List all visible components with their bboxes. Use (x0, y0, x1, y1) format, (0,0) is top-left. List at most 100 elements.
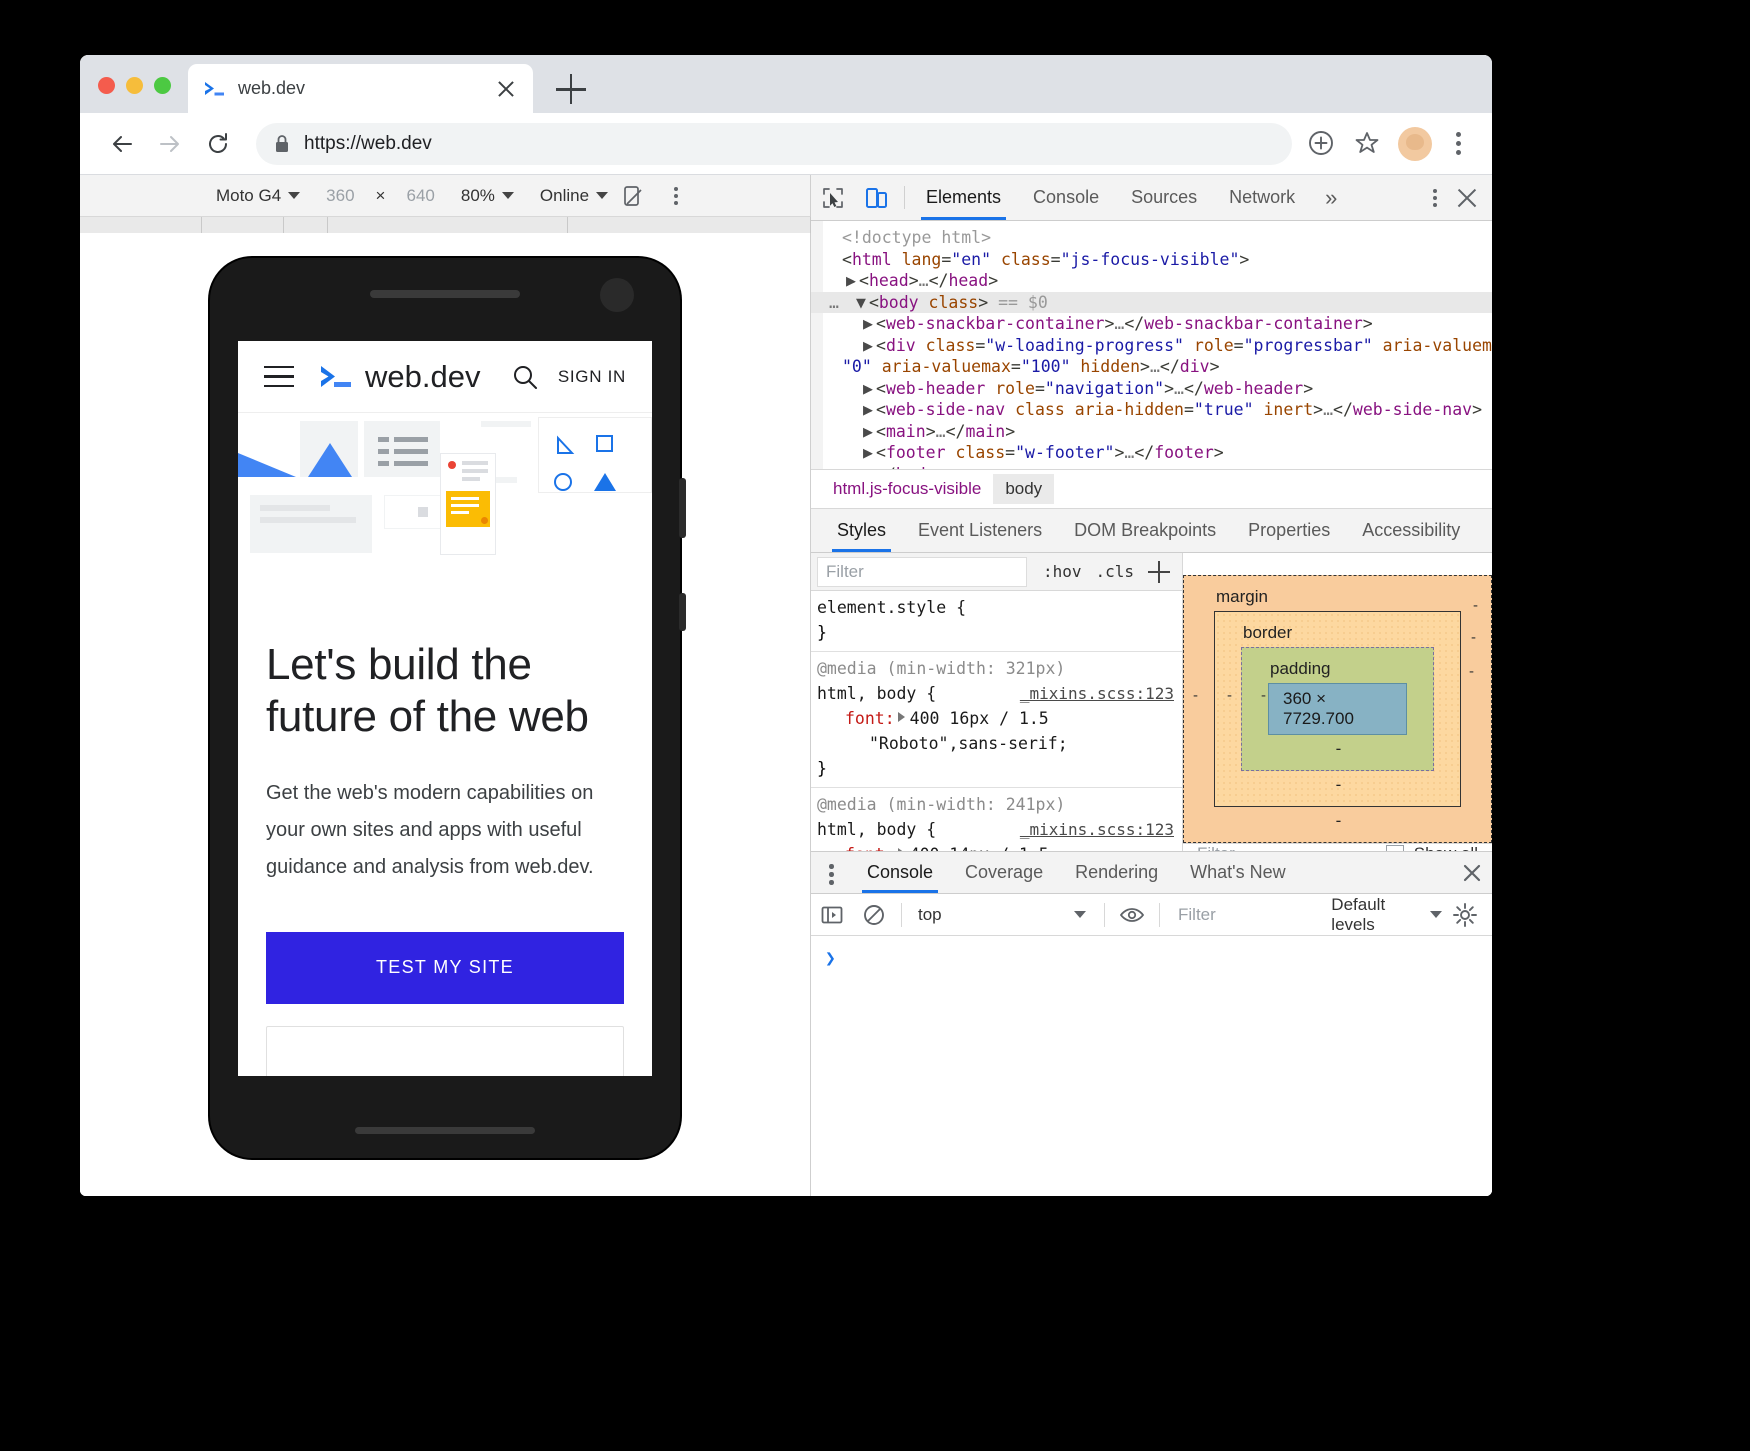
zoom-select[interactable]: 80% (448, 186, 527, 206)
viewport-width-input[interactable]: 360 (313, 186, 367, 206)
tab-elements[interactable]: Elements (910, 175, 1017, 220)
hov-toggle[interactable]: :hov (1043, 562, 1082, 581)
tab-network[interactable]: Network (1213, 175, 1311, 220)
dom-node-line[interactable]: ▶<div class="w-loading-progress" role="p… (811, 335, 1492, 357)
minimize-window-button[interactable] (126, 77, 143, 94)
console-filter-input[interactable]: Filter (1166, 905, 1321, 925)
dom-tree: <!doctype html><html lang="en" class="js… (811, 221, 1492, 469)
console-sidebar-icon[interactable] (811, 894, 853, 936)
hamburger-icon[interactable] (264, 366, 294, 388)
forward-arrow-icon[interactable] (146, 120, 194, 168)
clear-console-icon[interactable] (853, 894, 895, 936)
cls-toggle[interactable]: .cls (1095, 562, 1134, 581)
console-prompt-icon: ❯ (825, 948, 836, 969)
drawer-tab-console[interactable]: Console (851, 852, 949, 893)
more-tabs-icon[interactable]: » (1311, 175, 1351, 220)
box-model-border-bottom: - (1241, 775, 1434, 795)
css-rule[interactable]: @media (min-width: 241px)html, body {_mi… (811, 788, 1182, 851)
tab-label: Styles (837, 520, 886, 541)
new-tab-button[interactable] (556, 74, 586, 104)
device-select[interactable]: Moto G4 (203, 186, 313, 206)
tab-sources[interactable]: Sources (1115, 175, 1213, 220)
css-selector[interactable]: element.style { (817, 595, 1176, 620)
css-declaration[interactable]: font:400 16px / 1.5 (817, 706, 1176, 731)
dom-node-line[interactable]: ▶<web-side-nav class aria-hidden="true" … (811, 399, 1492, 421)
box-model-padding[interactable]: padding 360 × 7729.700 - (1241, 647, 1434, 771)
sign-in-link[interactable]: SIGN IN (558, 367, 626, 387)
tab-label: Accessibility (1362, 520, 1460, 541)
test-my-site-button[interactable]: TEST MY SITE (266, 932, 624, 1004)
box-model-border[interactable]: border padding 360 × 7729.700 - - (1214, 611, 1461, 807)
viewport-height-value: 640 (406, 186, 434, 206)
browser-tab[interactable]: web.dev (188, 64, 533, 113)
avatar[interactable] (1398, 127, 1432, 161)
styles-filter-input[interactable]: Filter (817, 557, 1027, 587)
css-declaration[interactable]: font:400 14px / 1.5 (817, 842, 1176, 851)
dom-node-line[interactable]: <!doctype html> (811, 227, 1492, 249)
css-rule[interactable]: element.style {} (811, 591, 1182, 652)
live-expression-icon[interactable] (1111, 894, 1153, 936)
install-app-icon[interactable] (1306, 128, 1338, 160)
search-icon[interactable] (510, 362, 540, 392)
css-selector[interactable]: html, body {_mixins.scss:123 (817, 817, 1176, 842)
close-icon[interactable] (493, 76, 519, 102)
dom-node-line[interactable]: ▶<web-header role="navigation">…</web-he… (811, 378, 1492, 400)
devtools-settings-icon[interactable] (1424, 185, 1446, 211)
inspect-element-icon[interactable] (811, 175, 855, 220)
drawer-tabbar: Console Coverage Rendering What's New (811, 852, 1492, 894)
dom-node-line[interactable]: ▶<head>…</head> (811, 270, 1492, 292)
tab-dom-breakpoints[interactable]: DOM Breakpoints (1058, 509, 1232, 552)
dom-node-line[interactable]: ▶<web-snackbar-container>…</web-snackbar… (811, 313, 1492, 335)
tab-event-listeners[interactable]: Event Listeners (902, 509, 1058, 552)
box-model-content[interactable]: 360 × 7729.700 (1268, 683, 1407, 735)
url-text: https://web.dev (304, 133, 432, 155)
drawer-tab-coverage[interactable]: Coverage (949, 852, 1059, 893)
tab-accessibility[interactable]: Accessibility (1346, 509, 1476, 552)
console-output[interactable]: ❯ (811, 936, 1492, 1196)
close-devtools-icon[interactable] (1450, 181, 1484, 215)
back-arrow-icon[interactable] (98, 120, 146, 168)
next-section-card (266, 1026, 624, 1076)
viewport-height-input[interactable]: 640 (393, 186, 447, 206)
close-drawer-icon[interactable] (1452, 852, 1492, 893)
breadcrumb-item-html[interactable]: html.js-focus-visible (821, 474, 993, 504)
dom-node-line[interactable]: ▶<footer class="w-footer">…</footer> (811, 442, 1492, 464)
maximize-window-button[interactable] (154, 77, 171, 94)
tab-properties[interactable]: Properties (1232, 509, 1346, 552)
gear-icon[interactable] (1452, 902, 1478, 928)
throttling-select[interactable]: Online (527, 186, 621, 206)
address-bar[interactable]: https://web.dev (256, 123, 1292, 165)
console-context-select[interactable]: top (908, 905, 1098, 925)
dom-node-line[interactable]: </body> (811, 464, 1492, 470)
css-selector[interactable]: html, body {_mixins.scss:123 (817, 681, 1176, 706)
console-levels-select[interactable]: Default levels (1321, 895, 1452, 935)
breadcrumb-item-body[interactable]: body (993, 474, 1054, 504)
drawer-more-tools-icon[interactable] (811, 852, 851, 893)
tab-title: web.dev (238, 78, 493, 99)
toggle-device-toolbar-icon[interactable] (855, 175, 899, 220)
kebab-menu-icon[interactable] (1446, 129, 1472, 159)
css-declaration-cont[interactable]: "Roboto",sans-serif; (817, 731, 1176, 756)
tab-console[interactable]: Console (1017, 175, 1115, 220)
star-icon[interactable] (1352, 128, 1384, 160)
reload-icon[interactable] (194, 120, 242, 168)
dom-node-line[interactable]: "0" aria-valuemax="100" hidden>…</div> (811, 356, 1492, 378)
box-model-wrapper: margin border padding 360 × 7729.700 - (1183, 553, 1492, 843)
css-origin-link[interactable]: _mixins.scss:123 (1020, 681, 1174, 706)
dom-node-line[interactable]: …▼<body class> == $0 (811, 292, 1492, 314)
drawer-tab-whats-new[interactable]: What's New (1174, 852, 1301, 893)
tab-styles[interactable]: Styles (821, 509, 902, 552)
tab-label: Rendering (1075, 862, 1158, 883)
close-window-button[interactable] (98, 77, 115, 94)
box-model-margin[interactable]: margin border padding 360 × 7729.700 - (1183, 575, 1492, 843)
computed-filter-input[interactable]: Filter (1197, 844, 1235, 851)
new-style-rule-icon[interactable] (1148, 561, 1170, 583)
css-rules-list: element.style {}@media (min-width: 321px… (811, 591, 1182, 851)
rotate-icon[interactable] (621, 183, 647, 209)
dom-node-line[interactable]: ▶<main>…</main> (811, 421, 1492, 443)
dom-node-line[interactable]: <html lang="en" class="js-focus-visible"… (811, 249, 1492, 271)
drawer-tab-rendering[interactable]: Rendering (1059, 852, 1174, 893)
css-rule[interactable]: @media (min-width: 321px)html, body {_mi… (811, 652, 1182, 788)
device-more-options-icon[interactable] (665, 183, 687, 209)
css-origin-link[interactable]: _mixins.scss:123 (1020, 817, 1174, 842)
